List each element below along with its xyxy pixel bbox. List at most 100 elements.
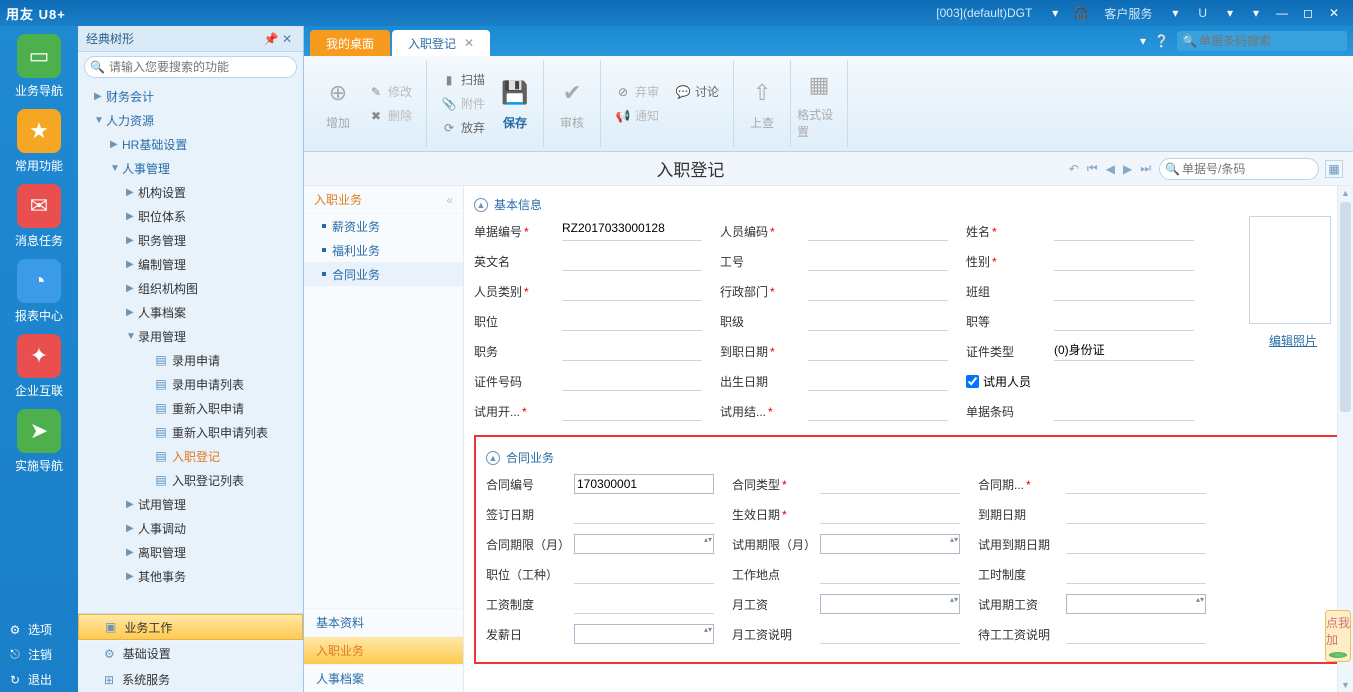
tree-node[interactable]: ▼录用管理: [78, 324, 303, 348]
tree-node[interactable]: ▤录用申请: [78, 348, 303, 372]
tab-close-icon[interactable]: ✕: [464, 36, 474, 50]
field-empcode[interactable]: [808, 221, 948, 241]
scroll-down-icon[interactable]: ▼: [1338, 678, 1353, 692]
field-cno[interactable]: [574, 474, 714, 494]
last-icon[interactable]: ⏭: [1138, 161, 1153, 176]
field-ondate[interactable]: [808, 341, 948, 361]
field-trialstart[interactable]: [562, 401, 702, 421]
tree-node[interactable]: ▤入职登记: [78, 444, 303, 468]
add-button[interactable]: ⊕增加: [316, 60, 360, 147]
calendar-icon[interactable]: ▦: [1325, 160, 1343, 178]
field-loc[interactable]: [820, 564, 960, 584]
footer-base-settings[interactable]: ⚙基础设置: [78, 640, 303, 666]
save-button[interactable]: 💾保存: [493, 60, 537, 147]
field-grade[interactable]: [1054, 311, 1194, 331]
field-cperiod[interactable]: [1066, 474, 1206, 494]
field-monthdesc[interactable]: [820, 624, 960, 644]
field-term[interactable]: [574, 534, 714, 554]
section-contract-title[interactable]: ▲合同业务: [486, 449, 1331, 466]
scroll-thumb[interactable]: [1340, 202, 1351, 412]
field-sign[interactable]: [574, 504, 714, 524]
dropdown-icon[interactable]: ▾: [1046, 6, 1064, 20]
prev-icon[interactable]: ◀: [1104, 162, 1117, 176]
field-month[interactable]: [820, 594, 960, 614]
float-tab[interactable]: 点我加: [1325, 610, 1351, 662]
field-birth[interactable]: [808, 371, 948, 391]
options-link[interactable]: ⚙选项: [0, 617, 78, 642]
field-trialend[interactable]: [808, 401, 948, 421]
tree-node[interactable]: ▤重新入职申请列表: [78, 420, 303, 444]
attach-button[interactable]: 📎附件: [437, 93, 489, 115]
notify-button[interactable]: 📢通知: [611, 105, 663, 127]
help-icon[interactable]: ❔: [1154, 34, 1169, 48]
secnav-profile[interactable]: 人事档案: [304, 664, 463, 692]
discard-button[interactable]: ⟳放弃: [437, 117, 489, 139]
footer-business-work[interactable]: ▣业务工作: [78, 614, 303, 640]
collapse-icon[interactable]: ▲: [486, 451, 500, 465]
edit-button[interactable]: ✎修改: [364, 81, 416, 103]
field-wage[interactable]: [574, 594, 714, 614]
tree-node[interactable]: ▶HR基础设置: [78, 132, 303, 156]
nav-messages[interactable]: ✉消息任务: [6, 184, 72, 249]
tab-onboard[interactable]: 入职登记✕: [392, 30, 490, 56]
tree-node[interactable]: ▶职位体系: [78, 204, 303, 228]
section-basic-title[interactable]: ▲基本信息: [474, 196, 1343, 213]
field-trialterm[interactable]: [820, 534, 960, 554]
field-workno[interactable]: [808, 251, 948, 271]
field-cat[interactable]: [562, 281, 702, 301]
doc-search-input[interactable]: [1159, 158, 1319, 180]
field-trialwage[interactable]: [1066, 594, 1206, 614]
tree-node[interactable]: ▶机构设置: [78, 180, 303, 204]
tree-node[interactable]: ▶人事档案: [78, 300, 303, 324]
field-docno[interactable]: RZ2017033000128: [562, 221, 702, 241]
dropdown-icon[interactable]: ▾: [1166, 6, 1184, 20]
tree-node[interactable]: ▶人事调动: [78, 516, 303, 540]
field-job[interactable]: [574, 564, 714, 584]
field-hour[interactable]: [1066, 564, 1206, 584]
field-trialexp[interactable]: [1066, 534, 1206, 554]
deprecate-button[interactable]: ⊘弃审: [611, 81, 663, 103]
tree-node[interactable]: ▼人力资源: [78, 108, 303, 132]
close-icon[interactable]: ✕: [1325, 6, 1343, 20]
scroll-up-icon[interactable]: ▲: [1338, 186, 1353, 200]
barcode-search-input[interactable]: [1177, 31, 1347, 51]
field-dept[interactable]: [808, 281, 948, 301]
first-icon[interactable]: ⏮: [1085, 161, 1100, 176]
tree-node[interactable]: ▼人事管理: [78, 156, 303, 180]
field-name[interactable]: [1054, 221, 1194, 241]
next-icon[interactable]: ▶: [1121, 162, 1134, 176]
tab-desktop[interactable]: 我的桌面: [310, 30, 390, 56]
dropdown-icon[interactable]: ▾: [1140, 34, 1146, 48]
minimize-icon[interactable]: —: [1273, 6, 1291, 20]
field-exp[interactable]: [1066, 504, 1206, 524]
field-idno[interactable]: [562, 371, 702, 391]
secnav-welfare[interactable]: 福利业务: [304, 238, 463, 262]
nav-enterprise[interactable]: ✦企业互联: [6, 334, 72, 399]
submit-button[interactable]: ⇧上查: [740, 60, 784, 147]
dropdown-icon[interactable]: ▾: [1221, 6, 1239, 20]
tree-node[interactable]: ▶其他事务: [78, 564, 303, 588]
tree-node[interactable]: ▶离职管理: [78, 540, 303, 564]
field-team[interactable]: [1054, 281, 1194, 301]
tree-node[interactable]: ▶财务会计: [78, 84, 303, 108]
color-dropdown-icon[interactable]: ▾: [1247, 6, 1265, 20]
tree-node[interactable]: ▤重新入职申请: [78, 396, 303, 420]
tree-node[interactable]: ▶编制管理: [78, 252, 303, 276]
discuss-button[interactable]: 💬讨论: [671, 81, 723, 103]
secnav-salary[interactable]: 薪资业务: [304, 214, 463, 238]
collapse-icon[interactable]: ▲: [474, 198, 488, 212]
collapse-icon[interactable]: «: [446, 193, 453, 207]
nav-implement[interactable]: ➤实施导航: [6, 409, 72, 474]
field-idtype[interactable]: (0)身份证: [1054, 341, 1194, 361]
tree-node[interactable]: ▤入职登记列表: [78, 468, 303, 492]
field-barcode[interactable]: [1054, 401, 1194, 421]
secnav-contract[interactable]: 合同业务: [304, 262, 463, 286]
field-eng[interactable]: [562, 251, 702, 271]
logout-link[interactable]: ⎋注销: [0, 642, 78, 667]
nav-business[interactable]: ▭业务导航: [6, 34, 72, 99]
audit-button[interactable]: ✔审核: [550, 60, 594, 147]
format-button[interactable]: ▦格式设置: [797, 60, 841, 147]
tree-node[interactable]: ▶职务管理: [78, 228, 303, 252]
close-icon[interactable]: ✕: [279, 32, 295, 46]
secnav-onboard[interactable]: 入职业务: [304, 636, 463, 664]
